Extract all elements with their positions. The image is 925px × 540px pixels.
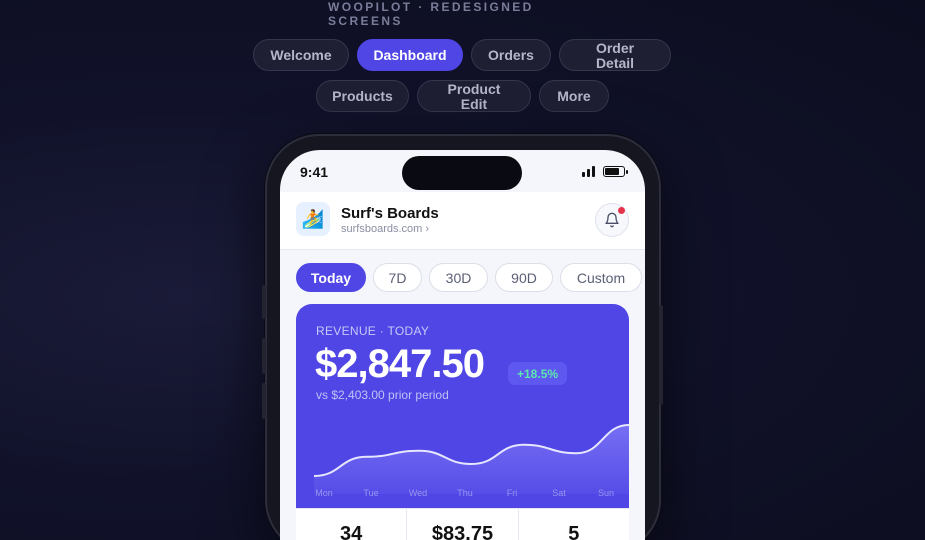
- kpi-row: 34 $83.75 5: [296, 508, 629, 540]
- status-time: 9:41: [300, 164, 329, 180]
- range-today[interactable]: Today: [296, 263, 366, 292]
- phone-side-button: [262, 285, 266, 319]
- kpi-orders: 34: [296, 509, 408, 540]
- nav-order-detail-label: Order Detail: [595, 40, 635, 71]
- page-title: WOOPILOT · REDESIGNED SCREENS: [328, 0, 534, 28]
- phone-volume-button: [262, 338, 266, 374]
- bell-icon: [605, 212, 619, 228]
- nav-order-detail[interactable]: Order Detail: [559, 39, 671, 71]
- store-name: Surf's Boards: [341, 205, 439, 222]
- nav-product-edit[interactable]: Product Edit: [417, 80, 531, 112]
- nav-orders[interactable]: Orders: [471, 39, 551, 71]
- x-tick-label: Wed: [409, 488, 427, 498]
- phone-power-button: [659, 305, 663, 405]
- range-7d[interactable]: 7D: [373, 263, 422, 292]
- x-tick-label: Thu: [457, 488, 473, 498]
- x-tick-label: Tue: [363, 488, 378, 498]
- revenue-prior: vs $2,403.00 prior period: [316, 388, 449, 402]
- nav-more[interactable]: More: [539, 80, 609, 112]
- notification-button[interactable]: [595, 203, 629, 237]
- revenue-label: REVENUE · TODAY: [316, 324, 430, 338]
- revenue-delta-badge: +18.5%: [508, 362, 568, 385]
- range-30d[interactable]: 30D: [429, 263, 488, 292]
- notification-dot: [618, 207, 625, 214]
- x-tick-label: Sat: [552, 488, 566, 498]
- store-logo: 🏄: [296, 202, 330, 236]
- store-header: 🏄 Surf's Boards surfsboards.com ›: [280, 192, 645, 250]
- date-range-selector: Today 7D 30D 90D Custom: [296, 263, 642, 292]
- x-tick-label: Fri: [507, 488, 518, 498]
- revenue-chart: Mon Tue Wed Thu Fri Sat Sun: [313, 424, 629, 498]
- revenue-card[interactable]: REVENUE · TODAY $2,847.50 +18.5% vs $2,4…: [296, 304, 629, 514]
- battery-icon: [603, 166, 628, 177]
- x-tick-label: Mon: [315, 488, 333, 498]
- phone-volume-button: [262, 383, 266, 419]
- kpi-avg-order: $83.75: [407, 509, 519, 540]
- nav-product-edit-label: Product Edit: [447, 81, 501, 112]
- phone-screen: 9:41 🏄 Surf's Boards surfsboards.com › T…: [280, 150, 645, 540]
- nav-welcome[interactable]: Welcome: [253, 39, 349, 71]
- range-custom[interactable]: Custom: [560, 263, 642, 292]
- range-90d[interactable]: 90D: [495, 263, 553, 292]
- signal-icon: [582, 166, 595, 177]
- nav-products[interactable]: Products: [316, 80, 409, 112]
- nav-dashboard[interactable]: Dashboard: [357, 39, 463, 71]
- x-tick-label: Sun: [598, 488, 614, 498]
- revenue-value: $2,847.50: [315, 342, 485, 386]
- store-url-link[interactable]: surfsboards.com ›: [341, 223, 429, 235]
- status-icons: [582, 166, 628, 177]
- kpi-pending: 5: [568, 523, 580, 540]
- dynamic-island: [402, 156, 522, 190]
- revenue-area: [314, 425, 629, 494]
